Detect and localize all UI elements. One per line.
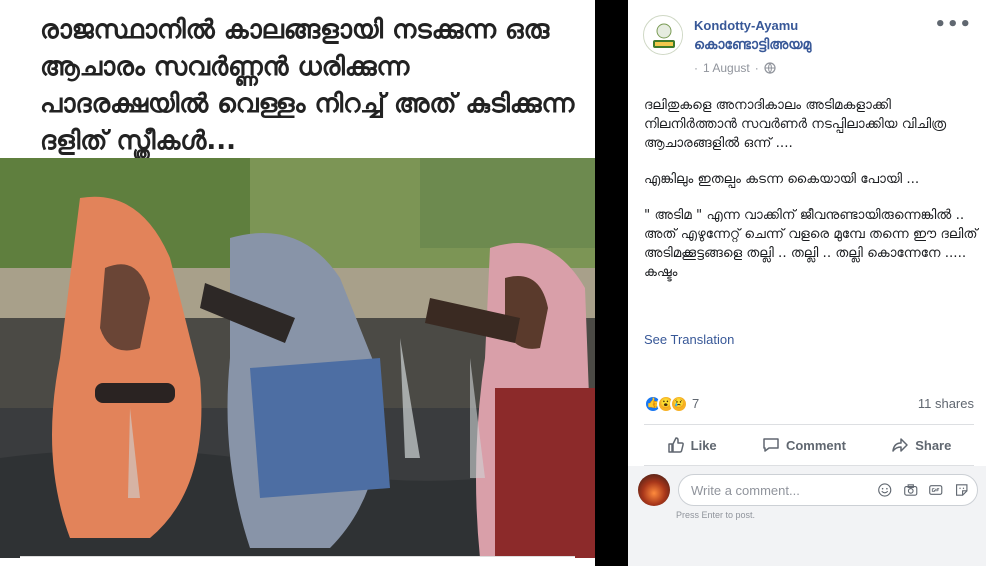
- shares-count[interactable]: 11 shares: [918, 396, 974, 411]
- author-name-malayalam[interactable]: കൊണ്ടോട്ടിഅയമു: [694, 37, 811, 53]
- commenter-avatar: [638, 474, 670, 506]
- post-paragraph-1: ദലിതുകളെ അനാദികാലം അടിമകളാക്കി നിലനിർത്ത…: [644, 97, 951, 151]
- post-paragraph-3: " അടിമ " എന്ന വാക്കിന് ജീവനുണ്ടായിരുന്നെ…: [644, 207, 978, 280]
- sad-reaction-icon[interactable]: 😢: [670, 395, 688, 413]
- reaction-count[interactable]: 7: [692, 396, 699, 411]
- emoji-icon[interactable]: [877, 481, 893, 499]
- photo: [0, 158, 595, 558]
- comment-input[interactable]: [691, 482, 867, 498]
- post-text: ദലിതുകളെ അനാദികാലം അടിമകളാക്കി നിലനിർത്ത…: [644, 96, 978, 299]
- comment-composer: Press Enter to post.: [628, 466, 986, 566]
- page-avatar[interactable]: [643, 15, 683, 55]
- thumbs-up-icon: [667, 437, 684, 453]
- like-button[interactable]: Like: [657, 430, 727, 460]
- reactions-row: 👍 😮 😢 7 11 shares: [644, 394, 974, 414]
- meta-dot: ·: [694, 61, 698, 75]
- share-arrow-icon: [892, 438, 908, 452]
- screenshot-stage: രാജസ്ഥാനിൽ കാലങ്ങളായി നടക്കുന്ന ഒരു ആചാര…: [0, 0, 986, 566]
- comment-button[interactable]: Comment: [752, 430, 856, 460]
- post-date-link[interactable]: 1 August: [703, 61, 750, 75]
- post-actions: Like Comment Share: [644, 424, 974, 466]
- image-caption-text: രാജസ്ഥാനിൽ കാലങ്ങളായി നടക്കുന്ന ഒരു ആചാര…: [40, 15, 575, 156]
- more-horizontal-icon[interactable]: •••: [934, 14, 972, 35]
- sticker-icon[interactable]: [954, 481, 970, 499]
- share-button[interactable]: Share: [881, 430, 961, 460]
- like-label: Like: [690, 437, 717, 453]
- comment-box: [678, 474, 978, 506]
- comment-label: Comment: [785, 437, 846, 453]
- gif-icon[interactable]: [928, 481, 944, 499]
- photo-illustration: [0, 158, 595, 558]
- image-caption-box: രാജസ്ഥാനിൽ കാലങ്ങളായി നടക്കുന്ന ഒരു ആചാര…: [20, 0, 575, 160]
- meta-dot: ·: [754, 61, 759, 75]
- facebook-post: Kondotty-Ayamu കൊണ്ടോട്ടിഅയമു · 1 August…: [628, 0, 986, 566]
- author-name-link[interactable]: Kondotty-Ayamu: [694, 18, 798, 33]
- post-paragraph-2: എങ്കിലും ഇതല്പം കടന്ന കൈയായി പോയി ...: [644, 171, 920, 187]
- avatar-logo-icon: [645, 17, 682, 54]
- caption-box-bottom-edge: [20, 556, 575, 566]
- globe-icon[interactable]: [764, 62, 776, 74]
- share-label: Share: [915, 437, 952, 453]
- comment-icon: [763, 438, 779, 452]
- see-translation-link[interactable]: See Translation: [644, 332, 734, 347]
- post-meta: · 1 August ·: [694, 61, 776, 75]
- camera-icon[interactable]: [903, 481, 919, 499]
- shared-image[interactable]: രാജസ്ഥാനിൽ കാലങ്ങളായി നടക്കുന്ന ഒരു ആചാര…: [0, 0, 595, 566]
- press-enter-hint: Press Enter to post.: [676, 510, 756, 520]
